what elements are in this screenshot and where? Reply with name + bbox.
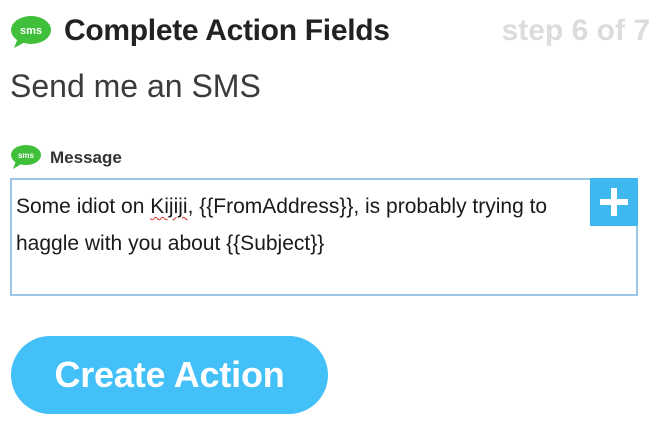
message-text[interactable]: Some idiot on Kijiji, {{FromAddress}}, i… [16, 188, 586, 262]
sms-icon: sms [10, 144, 42, 170]
message-text-part: Some idiot on [16, 195, 151, 218]
page-title: Complete Action Fields [64, 14, 390, 47]
create-action-button[interactable]: Create Action [11, 336, 328, 414]
field-label-row: sms Message [10, 142, 410, 172]
sms-icon-text: sms [20, 25, 42, 37]
misspelled-word: Kijiji [150, 195, 188, 218]
message-textarea[interactable]: Some idiot on Kijiji, {{FromAddress}}, i… [10, 178, 638, 296]
add-ingredient-button[interactable] [590, 178, 638, 226]
action-name: Send me an SMS [10, 68, 261, 104]
sms-icon-text: sms [18, 151, 35, 160]
message-field-label: Message [50, 148, 122, 167]
complete-action-page: sms Complete Action Fields step 6 of 7 S… [0, 0, 660, 430]
step-indicator: step 6 of 7 [501, 14, 650, 47]
sms-icon: sms [10, 14, 52, 50]
page-header: sms Complete Action Fields step 6 of 7 [10, 12, 650, 52]
plus-icon [600, 188, 628, 216]
